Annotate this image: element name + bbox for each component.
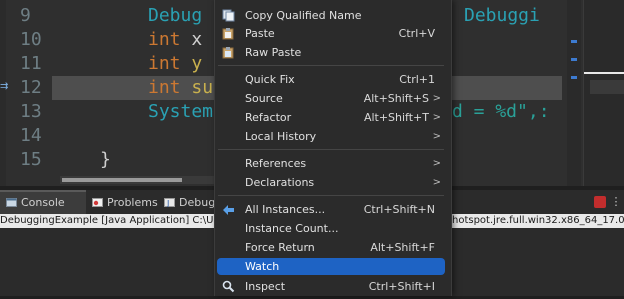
code-identifier: x [180, 29, 203, 50]
tab-problems[interactable]: Problems [86, 192, 158, 214]
keyword-int: int [148, 77, 181, 98]
debug-shell-icon: J [164, 193, 175, 208]
menu-item-paste[interactable]: Paste Ctrl+V [217, 24, 445, 43]
menu-item-label: Paste [245, 27, 275, 40]
process-label: DebuggingExample [Java Application] C:\U… [0, 215, 225, 226]
code-identifier: y [180, 53, 203, 74]
code-fragment: Debuggi [464, 5, 540, 26]
code-line: int su [148, 76, 213, 100]
menu-item-label: Declarations [245, 176, 315, 189]
svg-text:J: J [166, 199, 169, 207]
menu-item-label: Source [245, 92, 283, 105]
menu-item-raw-paste[interactable]: Raw Paste [217, 43, 445, 62]
menu-separator [218, 149, 444, 150]
submenu-arrow-icon: > [432, 112, 441, 123]
menu-item-source[interactable]: Source Alt+Shift+S > [217, 89, 445, 108]
submenu-arrow-icon: > [432, 177, 441, 188]
menu-item-label: Quick Fix [245, 73, 295, 86]
menu-item-references[interactable]: References > [217, 154, 445, 173]
code-fragment: d = %d",: [452, 101, 550, 122]
menu-item-label: Force Return [245, 241, 315, 254]
code-identifier: su [180, 77, 214, 98]
menu-item-label: All Instances... [245, 203, 326, 216]
console-icon [6, 193, 17, 207]
menu-item-label: Local History [245, 130, 317, 143]
view-menu-icon[interactable]: ⋮ [610, 196, 622, 208]
menu-item-label: Copy Qualified Name [245, 9, 362, 22]
menu-item-watch[interactable]: Watch [217, 258, 445, 275]
submenu-arrow-icon: > [432, 131, 441, 142]
tab-label: Debug S [179, 196, 214, 209]
raw-paste-icon [222, 46, 235, 59]
menu-separator [218, 195, 444, 196]
menu-item-all-instances[interactable]: All Instances... Ctrl+Shift+N [217, 200, 445, 219]
menu-item-quick-fix[interactable]: Quick Fix Ctrl+1 [217, 70, 445, 89]
code-line: Debug [148, 5, 203, 26]
tab-label: Problems [107, 196, 158, 209]
overview-marker[interactable] [571, 58, 577, 61]
code-line: int x [148, 28, 202, 52]
inspect-icon [222, 280, 235, 293]
tab-debug-shell[interactable]: J Debug S [158, 192, 214, 214]
menu-item-label: Watch [245, 260, 280, 273]
side-panel-box [590, 80, 624, 94]
menu-separator [218, 65, 444, 66]
paste-icon [222, 27, 235, 40]
overview-ruler[interactable] [567, 0, 581, 186]
menu-shortcut: Alt+Shift+F [370, 241, 435, 254]
menu-item-label: Instance Count... [245, 222, 339, 235]
instances-icon [222, 203, 235, 216]
menu-shortcut: Ctrl+Shift+I [368, 280, 435, 293]
submenu-arrow-icon: > [432, 93, 441, 104]
menu-item-label: Refactor [245, 111, 292, 124]
keyword-int: int [148, 29, 181, 50]
overview-marker[interactable] [571, 76, 577, 79]
menu-item-label: Inspect [245, 280, 286, 293]
menu-item-refactor[interactable]: Refactor Alt+Shift+T > [217, 108, 445, 127]
keyword-int: int [148, 53, 181, 74]
menu-shortcut: Alt+Shift+T [363, 111, 429, 124]
menu-shortcut: Ctrl+Shift+N [363, 203, 435, 216]
menu-shortcut: Ctrl+1 [399, 73, 435, 86]
terminate-button[interactable] [594, 196, 606, 208]
overview-marker[interactable] [571, 40, 577, 43]
menu-item-label: Raw Paste [245, 46, 302, 59]
submenu-arrow-icon: > [432, 158, 441, 169]
menu-item-copy-qualified-name[interactable]: Copy Qualified Name [217, 6, 445, 25]
problems-icon [92, 193, 103, 207]
code-line: System [148, 101, 214, 122]
process-path: hotspot.jre.full.win32.x86_64_17.0.7.v2 [452, 215, 624, 226]
menu-item-local-history[interactable]: Local History > [217, 127, 445, 146]
code-line: } [100, 149, 111, 170]
tab-label: Console [21, 196, 65, 209]
menu-item-instance-count[interactable]: Instance Count... [217, 219, 445, 238]
menu-item-declarations[interactable]: Declarations > [217, 173, 445, 192]
code-line: int y [148, 52, 202, 76]
side-panel-line [584, 72, 624, 74]
line-number-gutter: 9 10 11 12 13 14 15 [8, 0, 50, 186]
menu-shortcut: Alt+Shift+S [363, 92, 429, 105]
copy-icon [222, 9, 235, 22]
menu-item-force-return[interactable]: Force Return Alt+Shift+F [217, 238, 445, 257]
menu-shortcut: Ctrl+V [398, 27, 435, 40]
menu-item-inspect[interactable]: Inspect Ctrl+Shift+I [217, 277, 445, 296]
scrollbar-thumb[interactable] [62, 178, 182, 182]
menu-item-label: References [245, 157, 307, 170]
tab-console[interactable]: Console [0, 190, 86, 216]
